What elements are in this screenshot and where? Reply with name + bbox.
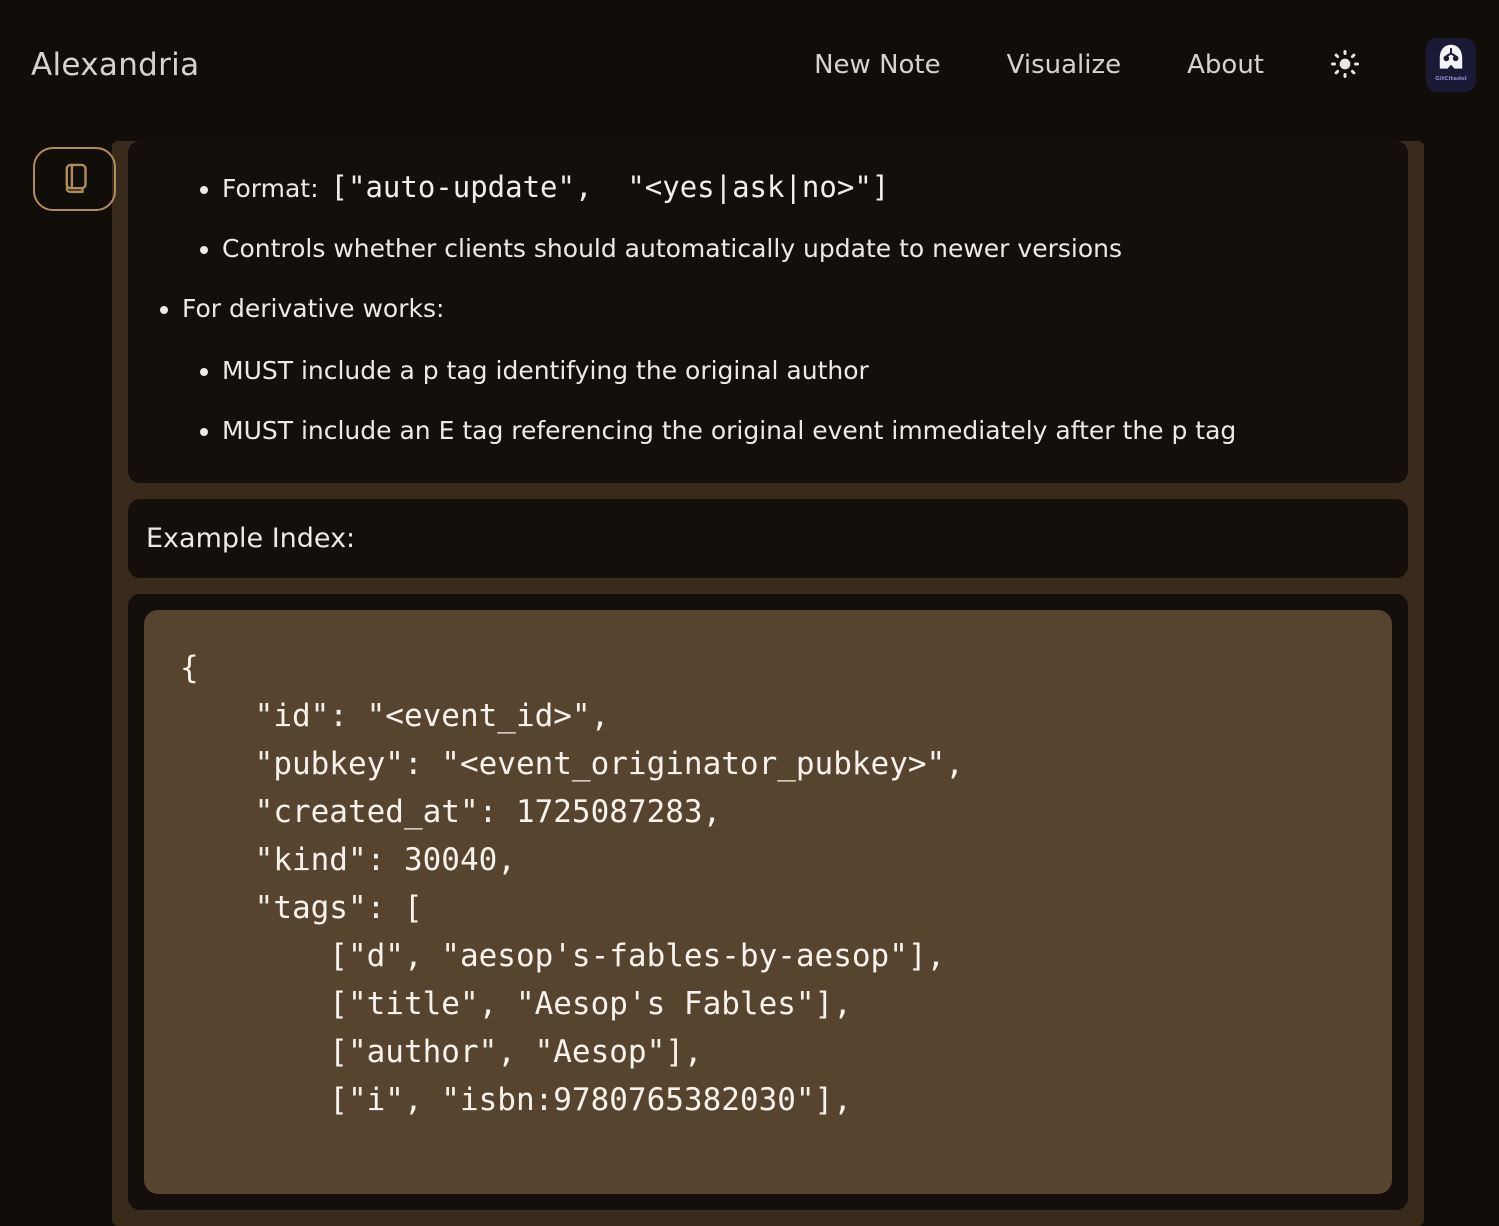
nav-item-new-note[interactable]: New Note [814,50,941,80]
document-panel: Format: ["auto-update", "<yes|ask|no>"] C… [112,141,1424,1226]
nav-item-about[interactable]: About [1187,50,1264,80]
code-line: "id": "<event_id>", [180,692,1356,740]
json-code-block: { "id": "<event_id>", "pubkey": "<event_… [144,610,1392,1194]
code-line: "kind": 30040, [180,836,1356,884]
code-line: "created_at": 1725087283, [180,788,1356,836]
book-icon [58,161,92,198]
example-index-label: Example Index: [146,523,355,554]
top-navbar: Alexandria New Note Visualize About [0,0,1499,130]
format-label: Format: [222,174,319,203]
derivative-heading: For derivative works: [182,294,444,323]
code-line: ["author", "Aesop"], [180,1028,1356,1076]
nested-bullet-list: MUST include a p tag identifying the ori… [182,353,1384,449]
controls-text: Controls whether clients should automati… [222,234,1122,263]
code-line: ["title", "Aesop's Fables"], [180,980,1356,1028]
svg-text:GitCitadel: GitCitadel [1435,76,1466,82]
format-code-value: ["auto-update", "<yes|ask|no>"] [331,170,890,204]
must-p-text: MUST include a p tag identifying the ori… [222,356,869,385]
sun-icon [1330,49,1360,82]
code-line: "tags": [ [180,884,1356,932]
code-line: "pubkey": "<event_originator_pubkey>", [180,740,1356,788]
sub-bullet-list: Format: ["auto-update", "<yes|ask|no>"] C… [152,169,1384,267]
must-e-text: MUST include an E tag referencing the or… [222,416,1236,445]
example-index-card: Example Index: [128,499,1408,578]
app-title[interactable]: Alexandria [31,47,199,83]
list-item: Format: ["auto-update", "<yes|ask|no>"] [222,169,1384,207]
code-line: ["d", "aesop's-fables-by-aesop"], [180,932,1356,980]
list-item: For derivative works: MUST include a p t… [182,291,1384,449]
example-code-card: { "id": "<event_id>", "pubkey": "<event_… [128,594,1408,1210]
top-bullet-list: For derivative works: MUST include a p t… [152,291,1384,449]
nav-links: New Note Visualize About [814,38,1476,92]
library-sidebar-button[interactable] [33,147,116,211]
nav-item-visualize[interactable]: Visualize [1007,50,1122,80]
list-item: MUST include an E tag referencing the or… [222,413,1384,449]
theme-toggle-button[interactable] [1330,49,1360,82]
spec-rules-card: Format: ["auto-update", "<yes|ask|no>"] C… [128,141,1408,483]
list-item: Controls whether clients should automati… [222,231,1384,267]
list-item: MUST include a p tag identifying the ori… [222,353,1384,389]
code-line: { [180,644,1356,692]
gitcitadel-logo[interactable]: GitCitadel [1426,38,1476,92]
code-line: ["i", "isbn:9780765382030"], [180,1076,1356,1124]
